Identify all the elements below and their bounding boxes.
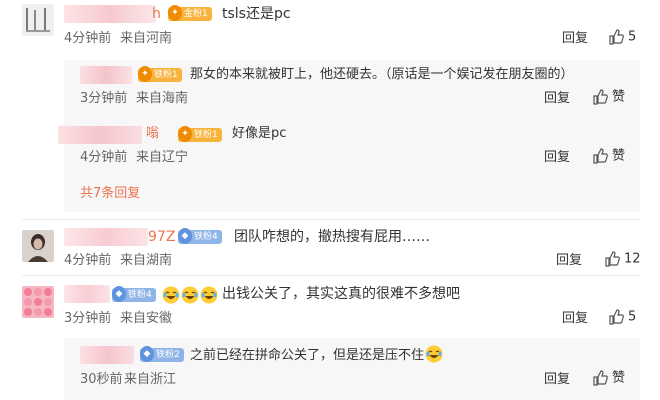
comment-time: 4分钟前 [64, 31, 112, 46]
user-avatar[interactable] [22, 230, 54, 262]
reply-time: 3分钟前 [80, 91, 128, 106]
thumb-up-icon [605, 251, 620, 267]
reply-username-blurred[interactable] [80, 346, 134, 364]
comment-time: 4分钟前 [64, 253, 112, 268]
fan-badge-icon: ◆ [178, 228, 192, 244]
comment-location: 来自安徽 [120, 311, 173, 326]
comment-location: 来自河南 [120, 31, 173, 46]
divider [22, 275, 640, 276]
like-button[interactable]: 5 [608, 29, 636, 46]
laugh-cry-emoji-icon [200, 286, 218, 304]
thumb-up-icon [609, 309, 624, 325]
laugh-cry-emoji-icon [181, 286, 199, 304]
reply-username-suffix[interactable]: 嗡 [146, 125, 159, 143]
fan-badge[interactable]: ◆ 铁粉4 [178, 228, 222, 244]
reply-button[interactable]: 回复 [544, 150, 570, 166]
username-suffix[interactable]: h [152, 5, 161, 23]
fan-badge[interactable]: ✦ 铁粉1 [178, 126, 222, 142]
user-avatar[interactable] [22, 4, 54, 36]
username-blurred[interactable] [64, 5, 156, 23]
fan-badge-icon: ◆ [112, 286, 126, 302]
reply-time: 30秒前 [80, 372, 123, 387]
reply-button[interactable]: 回复 [556, 253, 582, 269]
fan-badge-icon: ◆ [140, 346, 154, 362]
thumb-up-icon [609, 29, 624, 45]
like-button[interactable]: 12 [604, 251, 641, 268]
reply-block: ◆ 铁粉2 之前已经在拼命公关了，但是还是压不住 30秒前 来自浙江 回复 赞 [64, 338, 640, 400]
thumb-up-icon [593, 148, 608, 164]
like-button[interactable]: 赞 [592, 370, 625, 387]
thumb-up-icon [593, 89, 608, 105]
reply-button[interactable]: 回复 [562, 311, 588, 327]
reply-location: 来自浙江 [124, 372, 177, 387]
user-avatar[interactable] [22, 286, 54, 318]
laugh-cry-emoji-icon [425, 345, 443, 363]
comment-text: tsls还是pc [222, 6, 291, 22]
fan-badge-icon: ✦ [138, 66, 152, 82]
reply-text: 之前已经在拼命公关了，但是还是压不住 [190, 345, 444, 365]
reply-location: 来自海南 [136, 91, 189, 106]
reply-username-blurred[interactable] [80, 66, 132, 84]
reply-text: 好像是pc [232, 126, 287, 141]
reply-button[interactable]: 回复 [544, 372, 570, 388]
reply-time: 4分钟前 [80, 150, 128, 165]
divider [22, 219, 640, 220]
comment-location: 来自湖南 [120, 253, 173, 268]
reply-location: 来自辽宁 [136, 150, 189, 165]
fan-badge-icon: ✦ [178, 126, 192, 142]
laugh-cry-emoji-icon [162, 286, 180, 304]
reply-button[interactable]: 回复 [544, 91, 570, 107]
username-blurred[interactable] [64, 228, 148, 246]
fan-badge[interactable]: ✦ 金粉1 [168, 5, 212, 21]
reply-text: 那女的本来就被盯上，他还硬去。（原话是一个娱记发在朋友圈的） [190, 67, 574, 82]
username-suffix[interactable]: 97Z [148, 228, 175, 246]
fan-badge-icon: ✦ [168, 5, 182, 21]
fan-badge[interactable]: ✦ 铁粉1 [138, 66, 182, 82]
comment-text: 出钱公关了，其实这真的很难不多想吧 [222, 286, 460, 302]
fan-badge[interactable]: ◆ 铁粉4 [112, 286, 156, 302]
reply-username-blurred[interactable] [58, 126, 142, 144]
like-button[interactable]: 赞 [592, 89, 625, 106]
like-button[interactable]: 赞 [592, 148, 625, 165]
more-replies-link[interactable]: 共7条回复 [80, 186, 140, 202]
fan-badge[interactable]: ◆ 铁粉2 [140, 346, 184, 362]
reply-block: ✦ 铁粉1 那女的本来就被盯上，他还硬去。（原话是一个娱记发在朋友圈的） 3分钟前… [58, 60, 640, 212]
comment-time: 3分钟前 [64, 311, 112, 326]
comment-text: 团队咋想的，撤热搜有屁用…… [234, 229, 430, 245]
reply-button[interactable]: 回复 [562, 31, 588, 47]
username-blurred[interactable] [64, 285, 110, 303]
like-button[interactable]: 5 [608, 309, 636, 326]
emoji-group [162, 285, 219, 304]
thumb-up-icon [593, 370, 608, 386]
